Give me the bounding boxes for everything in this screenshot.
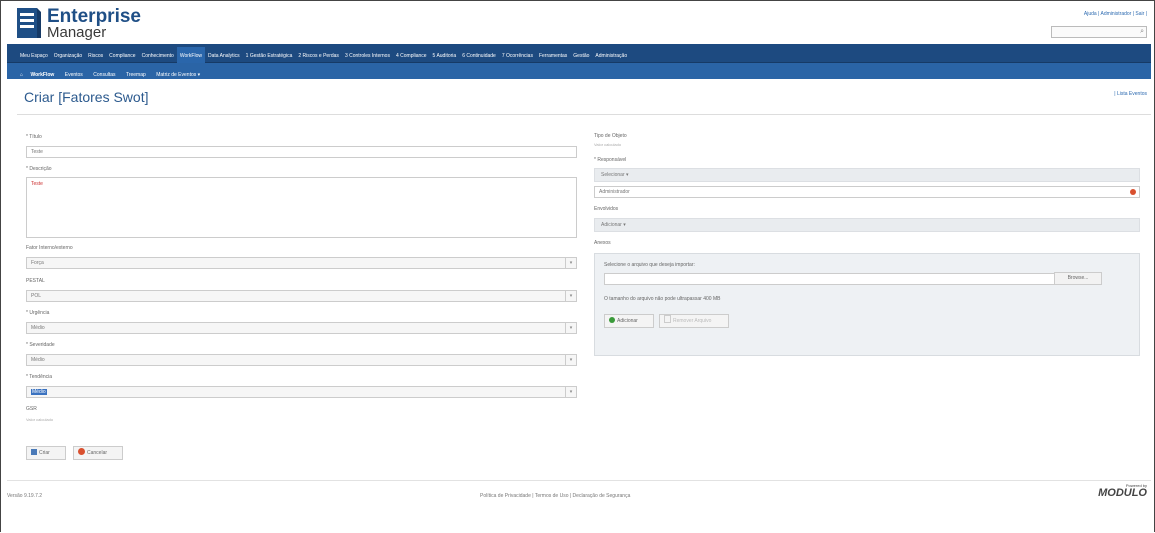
responsavel-select[interactable]: Selecionar ▾: [594, 168, 1140, 182]
titulo-label: * Título: [26, 134, 42, 140]
browse-button[interactable]: Browse...: [1054, 272, 1102, 285]
chevron-down-icon[interactable]: ▾: [565, 323, 576, 333]
search-box[interactable]: ⌕: [1051, 26, 1147, 44]
footer: Versão 9.19.7.2 Política de Privacidade …: [7, 480, 1151, 507]
subnav-eventos[interactable]: Eventos: [62, 67, 86, 83]
modulo-brand: MODULO: [1098, 487, 1147, 499]
subnav-matriz[interactable]: Matriz de Eventos ▾: [153, 67, 203, 83]
save-icon: [31, 449, 37, 455]
severidade-value: Médio: [31, 357, 45, 363]
envolvidos-select-label: Adicionar ▾: [601, 222, 626, 228]
chevron-down-icon[interactable]: ▾: [565, 291, 576, 301]
gsr-hint: Valor calculado: [26, 417, 54, 422]
brand-subtitle: Manager: [47, 24, 107, 41]
chevron-down-icon[interactable]: ▾: [565, 258, 576, 268]
save-button[interactable]: Criar: [26, 446, 66, 460]
footer-links[interactable]: Política de Privacidade | Termos de Uso …: [480, 493, 630, 499]
tendencia-select[interactable]: Médio ▾: [26, 386, 577, 398]
tipo-hint: Valor calculado: [594, 142, 622, 147]
urgencia-select[interactable]: Médio ▾: [26, 322, 577, 334]
top-links[interactable]: Ajuda | Administrador | Sair |: [1084, 11, 1147, 17]
remove-file-button[interactable]: Remover Arquivo: [659, 314, 729, 328]
add-button[interactable]: Adicionar: [604, 314, 654, 328]
anexos-panel: Selecione o arquivo que deseja importar:…: [594, 253, 1140, 356]
tendencia-value: Médio: [31, 389, 47, 395]
modulo-logo: Powered by MODULO: [1098, 483, 1147, 499]
save-label: Criar: [39, 450, 50, 456]
pestal-select[interactable]: POL ▾: [26, 290, 577, 302]
responsavel-item: Administrador: [594, 186, 1140, 198]
lista-eventos-link[interactable]: | Lista Eventos: [1114, 91, 1147, 97]
version-text: Versão 9.19.7.2: [7, 493, 43, 499]
size-note: O tamanho do arquivo não pode ultrapassa…: [604, 296, 721, 302]
search-input[interactable]: [1052, 34, 1134, 44]
add-icon: [609, 317, 615, 323]
fator-value: Força: [31, 260, 44, 266]
urgencia-value: Médio: [31, 325, 45, 331]
cancel-label: Cancelar: [87, 450, 108, 456]
remove-file-label: Remover Arquivo: [673, 318, 712, 324]
enterprise-logo-icon: [17, 8, 41, 38]
add-label: Adicionar: [617, 318, 638, 324]
severidade-select[interactable]: Médio ▾: [26, 354, 577, 366]
pestal-value: POL: [31, 293, 42, 299]
tipo-label: Tipo de Objeto: [594, 133, 627, 139]
envolvidos-label: Envolvidos: [594, 206, 619, 212]
anexos-label: Anexos: [594, 240, 611, 246]
page-title: Criar [Fatores Swot]: [24, 89, 149, 105]
urgencia-label: * Urgência: [26, 310, 50, 316]
page: Enterprise Manager Ajuda | Administrador…: [7, 2, 1151, 506]
pestal-label: PESTAL: [26, 278, 45, 284]
file-input[interactable]: [604, 273, 1055, 285]
severidade-label: * Severidade: [26, 342, 55, 348]
responsavel-label: * Responsável: [594, 157, 627, 163]
titulo-input[interactable]: Teste: [26, 146, 577, 158]
remove-icon[interactable]: [1130, 189, 1136, 195]
divider: [17, 114, 1151, 115]
descricao-textarea[interactable]: Teste: [26, 177, 577, 238]
cancel-button[interactable]: Cancelar: [73, 446, 123, 460]
file-icon: [664, 315, 671, 323]
chevron-down-icon[interactable]: ▾: [565, 355, 576, 365]
sub-nav: ⌂ WorkFlow Eventos Consultas Treemap Mat…: [7, 63, 1151, 79]
subnav-treemap[interactable]: Treemap: [123, 67, 149, 83]
gsr-label: GSR: [26, 406, 37, 412]
descricao-label: * Descrição: [26, 166, 52, 172]
main-nav: Meu Espaço Organização Riscos Compliance Con…: [7, 44, 1151, 65]
fator-select[interactable]: Força ▾: [26, 257, 577, 269]
search-icon[interactable]: ⌕: [1140, 28, 1144, 36]
chevron-down-icon[interactable]: ▾: [565, 387, 576, 397]
envolvidos-select[interactable]: Adicionar ▾: [594, 218, 1140, 232]
tendencia-label: * Tendência: [26, 374, 53, 380]
responsavel-value: Administrador: [599, 189, 630, 195]
header: Enterprise Manager Ajuda | Administrador…: [7, 2, 1151, 44]
powered-by: Powered by: [1125, 483, 1147, 488]
file-prompt: Selecione o arquivo que deseja importar:: [604, 262, 695, 268]
responsavel-select-label: Selecionar ▾: [601, 172, 629, 178]
subnav-workflow[interactable]: WorkFlow: [30, 67, 57, 83]
cancel-icon: [78, 448, 85, 455]
subnav-consultas[interactable]: Consultas: [90, 67, 118, 83]
fator-label: Fator Interno/externo: [26, 245, 73, 251]
home-icon[interactable]: ⌂: [17, 67, 26, 83]
